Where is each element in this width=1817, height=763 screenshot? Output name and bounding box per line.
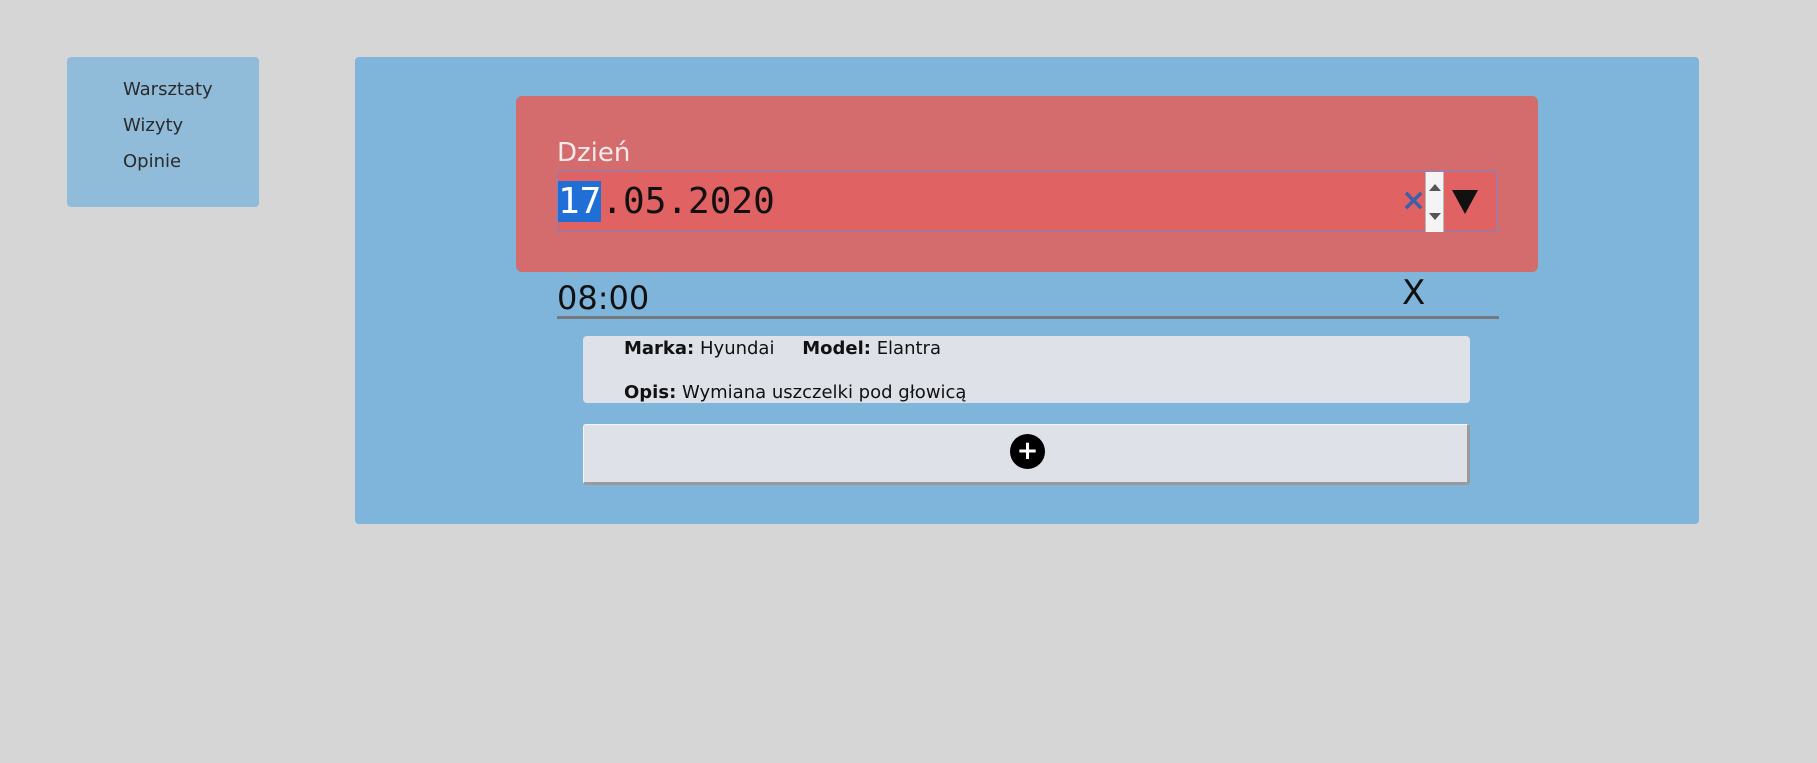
dropdown-arrow-icon[interactable] <box>1452 190 1478 214</box>
date-card: Dzień 17.05.2020 × <box>516 96 1538 272</box>
plus-icon[interactable]: + <box>1010 434 1045 469</box>
date-day-segment[interactable]: 17 <box>558 181 602 222</box>
description-label: Opis: <box>624 382 677 403</box>
spin-up-icon[interactable] <box>1429 184 1441 191</box>
date-spinner[interactable] <box>1425 172 1444 232</box>
model-label: Model: <box>802 338 871 359</box>
time-field[interactable]: 08:00 X <box>557 274 1499 319</box>
date-input[interactable]: 17.05.2020 × <box>557 171 1497 232</box>
date-rest-segment[interactable]: .05.2020 <box>601 181 774 222</box>
date-value[interactable]: 17.05.2020 <box>558 180 775 224</box>
visit-description-row: Opis: Wymiana uszczelki pod głowicą <box>624 382 966 403</box>
description-value: Wymiana uszczelki pod głowicą <box>682 382 967 403</box>
sidebar-item-wizyty[interactable]: Wizyty <box>123 117 259 153</box>
main-panel: Dzień 17.05.2020 × 08:00 X Marka: Hyunda… <box>355 57 1699 524</box>
date-label: Dzień <box>557 138 631 168</box>
time-value[interactable]: 08:00 <box>557 279 649 317</box>
visit-car-row: Marka: Hyundai Model: Elantra <box>624 338 941 359</box>
visit-card: Marka: Hyundai Model: Elantra Opis: Wymi… <box>583 336 1470 403</box>
model-value: Elantra <box>876 338 941 359</box>
sidebar-item-opinie[interactable]: Opinie <box>123 153 259 189</box>
brand-value: Hyundai <box>700 338 775 359</box>
spin-down-icon[interactable] <box>1429 213 1441 220</box>
brand-label: Marka: <box>624 338 695 359</box>
clear-date-icon[interactable]: × <box>1401 185 1426 217</box>
add-visit-button[interactable]: + <box>583 424 1470 485</box>
sidebar: Warsztaty Wizyty Opinie <box>67 57 259 207</box>
close-icon[interactable]: X <box>1402 274 1425 312</box>
sidebar-item-warsztaty[interactable]: Warsztaty <box>123 81 259 117</box>
